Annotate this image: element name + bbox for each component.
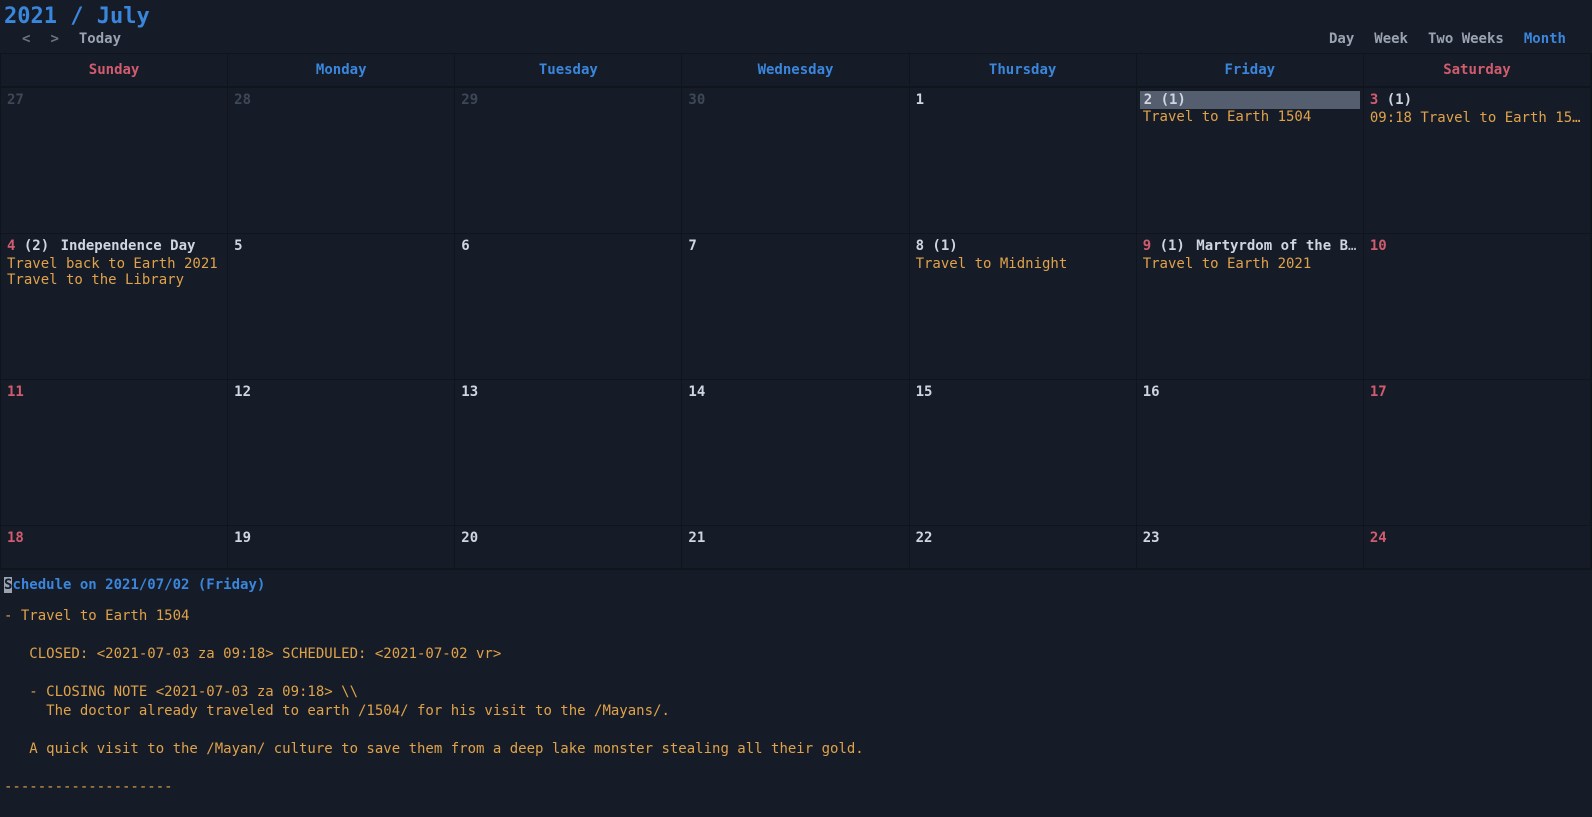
calendar-cell[interactable]: 11 [1,380,228,526]
event-item[interactable]: 09:18 Travel to Earth 1504 [1364,110,1590,126]
calendar-cell[interactable]: 15 [910,380,1137,526]
calendar-cell[interactable]: 1 [910,88,1137,234]
day-number-line: 5 [228,234,454,256]
event-item[interactable]: Travel to Midnight [910,256,1136,272]
day-number-line: 3 (1) [1364,88,1590,110]
detail-line [4,721,1588,740]
calendar-cell[interactable]: 2 (1)Travel to Earth 1504 [1137,88,1364,234]
day-number-line: 10 [1364,234,1590,256]
day-number-line: 12 [228,380,454,402]
day-number-line: 17 [1364,380,1590,402]
calendar-cell[interactable]: 20 [455,526,682,569]
view-tab-month[interactable]: Month [1524,31,1566,47]
detail-line: -------------------- [4,778,1588,797]
day-header: Saturday [1364,54,1591,88]
event-item[interactable]: Travel to Earth 1504 [1137,109,1363,125]
day-number-line: 21 [682,526,908,548]
next-button[interactable]: > [50,31,58,47]
detail-line [4,664,1588,683]
day-number-line: 14 [682,380,908,402]
calendar-cell[interactable]: 8 (1)Travel to Midnight [910,234,1137,380]
day-number-line: 6 [455,234,681,256]
detail-line [4,759,1588,778]
day-number-line: 11 [1,380,227,402]
detail-line: - CLOSING NOTE <2021-07-03 za 09:18> \\ [4,683,1588,702]
detail-line: CLOSED: <2021-07-03 za 09:18> SCHEDULED:… [4,645,1588,664]
day-number-line: 30 [682,88,908,110]
day-number-line: 19 [228,526,454,548]
event-item[interactable]: Travel to the Library [1,272,227,288]
calendar-cell[interactable]: 5 [228,234,455,380]
calendar-cell[interactable]: 13 [455,380,682,526]
day-number-line: 18 [1,526,227,548]
calendar-cell[interactable]: 14 [682,380,909,526]
day-number-line: 1 [910,88,1136,110]
view-tab-week[interactable]: Week [1374,31,1408,47]
detail-line: A quick visit to the /Mayan/ culture to … [4,740,1588,759]
today-button[interactable]: Today [79,31,121,47]
calendar-cell[interactable]: 24 [1364,526,1591,569]
day-number-line: 4 (2) Independence Day [1,234,227,256]
calendar-cell[interactable]: 6 [455,234,682,380]
calendar-cell[interactable]: 21 [682,526,909,569]
event-item[interactable]: Travel back to Earth 2021 [1,256,227,272]
day-number-line: 28 [228,88,454,110]
calendar-cell[interactable]: 22 [910,526,1137,569]
calendar-cell[interactable]: 27 [1,88,228,234]
day-number-line: 22 [910,526,1136,548]
day-header: Monday [228,54,455,88]
day-header: Thursday [910,54,1137,88]
page-title: 2021 / July [4,4,1588,29]
detail-line [4,626,1588,645]
day-number-line: 7 [682,234,908,256]
calendar-cell[interactable]: 30 [682,88,909,234]
calendar-cell[interactable]: 9 (1) Martyrdom of the BábTravel to Eart… [1137,234,1364,380]
calendar-cell[interactable]: 10 [1364,234,1591,380]
day-number-line: 15 [910,380,1136,402]
calendar-cell[interactable]: 16 [1137,380,1364,526]
day-number-line: 23 [1137,526,1363,548]
calendar-cell[interactable]: 7 [682,234,909,380]
view-tab-two-weeks[interactable]: Two Weeks [1428,31,1504,47]
detail-heading: Schedule on 2021/07/02 (Friday) [4,576,1588,595]
day-number-line: 20 [455,526,681,548]
day-number-line: 9 (1) Martyrdom of the Báb [1137,234,1363,256]
detail-line: The doctor already traveled to earth /15… [4,702,1588,721]
calendar-cell[interactable]: 12 [228,380,455,526]
day-header: Friday [1137,54,1364,88]
day-number-line: 29 [455,88,681,110]
calendar-cell[interactable]: 17 [1364,380,1591,526]
day-number-line: 16 [1137,380,1363,402]
detail-line: - Travel to Earth 1504 [4,607,1588,626]
view-tab-day[interactable]: Day [1329,31,1354,47]
day-number-line: 24 [1364,526,1590,548]
day-header: Sunday [1,54,228,88]
calendar-cell[interactable]: 3 (1)09:18 Travel to Earth 1504 [1364,88,1591,234]
day-number-line: 27 [1,88,227,110]
calendar-cell[interactable]: 29 [455,88,682,234]
event-item[interactable]: Travel to Earth 2021 [1137,256,1363,272]
calendar-cell[interactable]: 4 (2) Independence DayTravel back to Ear… [1,234,228,380]
calendar-cell[interactable]: 28 [228,88,455,234]
day-number-line: 2 (1) [1140,91,1360,109]
prev-button[interactable]: < [22,31,30,47]
day-number-line: 13 [455,380,681,402]
day-header: Wednesday [682,54,909,88]
calendar-cell[interactable]: 19 [228,526,455,569]
calendar-cell[interactable]: 23 [1137,526,1364,569]
day-number-line: 8 (1) [910,234,1136,256]
calendar-cell[interactable]: 18 [1,526,228,569]
day-header: Tuesday [455,54,682,88]
